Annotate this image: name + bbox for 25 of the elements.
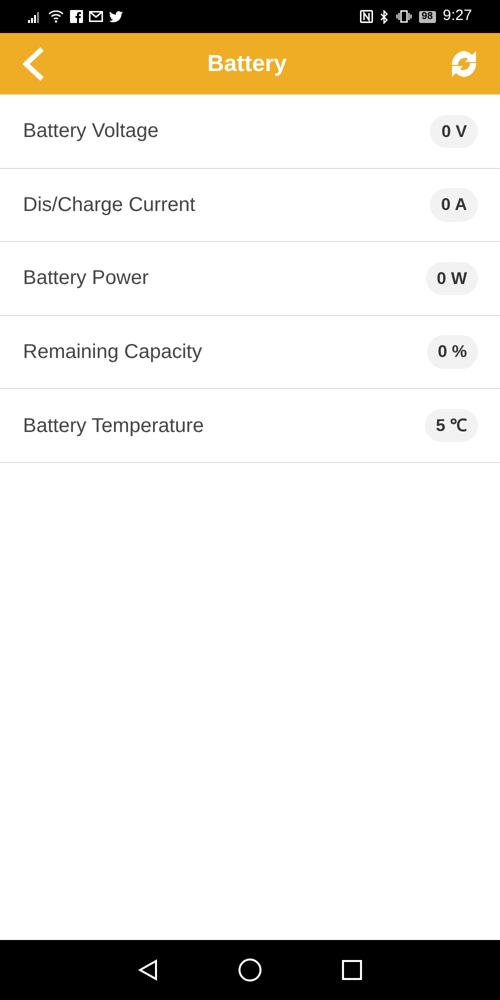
back-icon — [20, 46, 46, 82]
row-label: Remaining Capacity — [23, 340, 202, 366]
square-icon[interactable] — [342, 960, 362, 980]
value-pill: 5 ℃ — [424, 408, 478, 442]
row-label: Battery Power — [23, 266, 149, 292]
value-pill: 0 V — [430, 114, 478, 148]
row-label: Battery Temperature — [23, 414, 204, 439]
row-label: Battery Voltage — [23, 119, 159, 144]
back-triangle-icon[interactable] — [138, 959, 158, 981]
row-label: Dis/Charge Current — [23, 192, 196, 218]
value-pill: 0 A — [430, 188, 478, 222]
value-pill: 0 % — [426, 335, 478, 369]
vibrate-icon — [396, 10, 412, 23]
facebook-icon — [70, 10, 83, 23]
clock-time: 9:27 — [442, 6, 472, 26]
wifi-icon — [48, 10, 64, 23]
signal-icon — [28, 10, 42, 22]
bluetooth-icon — [380, 10, 389, 24]
battery-level: 98 — [418, 10, 436, 22]
nfc-icon — [360, 10, 373, 23]
bird-icon — [109, 10, 123, 22]
mail-icon — [89, 11, 103, 22]
value-pill: 0 W — [426, 262, 478, 296]
home-circle-icon[interactable] — [238, 958, 262, 982]
page-title: Battery — [207, 49, 287, 78]
